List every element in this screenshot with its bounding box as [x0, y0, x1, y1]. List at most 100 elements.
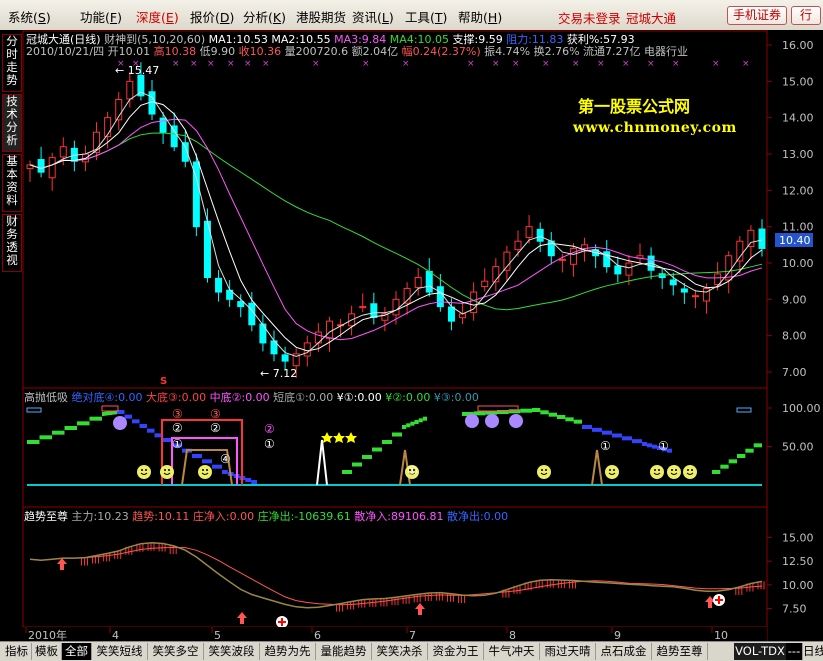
wave-segment: [104, 411, 107, 416]
legend-item: 高抛低吸: [24, 390, 68, 404]
tab-fundamentals[interactable]: 基本资料: [2, 154, 22, 212]
candle-body: [237, 301, 245, 308]
bottom-tab[interactable]: 牛气冲天: [484, 643, 540, 660]
wave-segment: [39, 435, 52, 440]
x-marker: ×: [402, 59, 410, 69]
legend-item: 庄净入:0.00: [189, 509, 254, 523]
tab-technical[interactable]: 技术分析: [2, 94, 22, 152]
menu-depth[interactable]: 深度(E): [136, 7, 179, 26]
y-tick-label: 100.00: [782, 402, 821, 415]
trade-login-status[interactable]: 交易未登录: [558, 8, 621, 27]
legend-item: 额2.04亿: [348, 45, 398, 58]
x-tick-label: 2010年: [28, 628, 67, 641]
wave-segment: [124, 414, 132, 419]
x-marker: ×: [312, 59, 320, 69]
y-tick-label: 10.00: [782, 257, 814, 270]
bottom-tab[interactable]: 笑笑多空: [148, 643, 204, 660]
wave-segment: [414, 420, 419, 424]
legend-item: 开10.01: [104, 45, 150, 58]
alert-face-icon: [465, 414, 479, 428]
x-tick-label: 6: [314, 629, 321, 641]
main-legend-line1: 冠城大通(日线) 财神到(5,10,20,60) MA1:10.53 MA2:1…: [26, 32, 635, 46]
wave-segment: [592, 427, 602, 432]
bottom-tab[interactable]: 资金为王: [428, 643, 484, 660]
bottom-tab[interactable]: 趋势为先: [260, 643, 316, 660]
tab-financials[interactable]: 财务透视: [2, 214, 22, 272]
smiley-icon: [667, 465, 681, 479]
menu-hk-futures[interactable]: 港股期货: [296, 7, 346, 26]
x-marker: ×: [622, 59, 630, 69]
signal-number-icon: ①: [600, 439, 611, 453]
x-tick-label: 7: [409, 629, 416, 641]
bottom-tab[interactable]: 笑笑决杀: [372, 643, 428, 660]
wave-segment: [418, 418, 423, 423]
sell-marker: S: [160, 376, 167, 387]
smiley-icon: [650, 465, 664, 479]
mobile-securities-button[interactable]: 手机证券: [727, 6, 787, 25]
bottom-right-period[interactable]: 日线: [803, 643, 823, 660]
wave-segment: [192, 454, 202, 458]
candle-body: [370, 303, 378, 319]
row-button[interactable]: 行: [791, 6, 821, 25]
tab-intraday[interactable]: 分时走势: [2, 34, 22, 92]
legend-item: 庄净出:-10639.61: [254, 509, 351, 523]
legend-item: 振4.74%: [481, 44, 530, 58]
smiley-icon: [137, 465, 151, 479]
menu-function[interactable]: 功能(F): [80, 7, 122, 26]
bottom-right-vol[interactable]: VOL-TDX: [734, 643, 787, 660]
candle-body: [436, 286, 444, 308]
wave-segment: [245, 478, 252, 482]
y-tick-label: 10.00: [782, 579, 814, 592]
wave-segment: [109, 411, 112, 415]
smiley-icon: [683, 465, 697, 479]
menu-system[interactable]: 系统(S): [8, 7, 51, 26]
candle-body: [680, 288, 688, 293]
bottom-tab-bar: 指标 模板 全部 笑笑短线 笑笑多空 笑笑波段 趋势为先 量能趋势 笑笑决杀 资金为王 牛气冲天 雨过…: [0, 641, 823, 661]
bottom-tab[interactable]: 笑笑短线: [92, 643, 148, 660]
legend-item: ¥②:0.00: [382, 391, 431, 404]
wave-segment: [602, 430, 612, 435]
bottom-tab[interactable]: 全部: [62, 643, 92, 660]
wave-segment: [89, 416, 102, 421]
menu-tools[interactable]: 工具(T): [405, 7, 447, 26]
menu-news[interactable]: 资讯(L): [352, 7, 394, 26]
y-tick-label: 11.00: [782, 221, 814, 234]
wave-segment: [64, 426, 77, 430]
wave-segment: [382, 440, 392, 444]
watermark-title: 第一股票公式网: [578, 97, 691, 116]
wave-segment: [251, 480, 257, 484]
menu-analysis[interactable]: 分析(K): [243, 7, 286, 26]
menu-quote[interactable]: 报价(D): [190, 7, 234, 26]
menu-help[interactable]: 帮助(H): [458, 7, 502, 26]
bottom-tab[interactable]: 模板: [32, 643, 62, 660]
y-tick-label: 13.00: [782, 148, 814, 161]
wave-segment: [372, 447, 382, 452]
wave-segment: [342, 470, 352, 474]
signal-number-icon: ①: [264, 437, 275, 451]
bottom-tab[interactable]: 量能趋势: [316, 643, 372, 660]
legend-item: 冠城大通(日线): [26, 32, 101, 46]
wave-segment: [622, 436, 632, 441]
wave-segment: [737, 454, 746, 458]
bottom-tab[interactable]: 雨过天晴: [540, 643, 596, 660]
bottom-tab[interactable]: 趋势至尊: [652, 643, 708, 660]
bottom-tab[interactable]: 笑笑波段: [204, 643, 260, 660]
bottom-tab[interactable]: 点石成金: [596, 643, 652, 660]
candle-body: [48, 157, 56, 179]
y-tick-label: 12.50: [782, 555, 814, 568]
smiley-icon: [537, 465, 551, 479]
x-marker: ×: [467, 59, 475, 69]
smiley-icon: [198, 465, 212, 479]
candle-body: [359, 306, 367, 309]
legend-item: ¥③:0.00: [430, 391, 479, 404]
bottom-right-dash[interactable]: ---: [786, 643, 803, 660]
wave-segment: [139, 424, 147, 428]
candle-body: [703, 287, 711, 302]
candle-body: [281, 354, 289, 362]
smiley-icon: [160, 465, 174, 479]
signal-number-icon: ②: [210, 421, 221, 435]
x-marker: ×: [190, 59, 198, 69]
legend-item: 流通7.27亿: [580, 44, 641, 58]
bottom-tab[interactable]: 指标: [2, 643, 32, 660]
alert-face-icon: [485, 414, 499, 428]
